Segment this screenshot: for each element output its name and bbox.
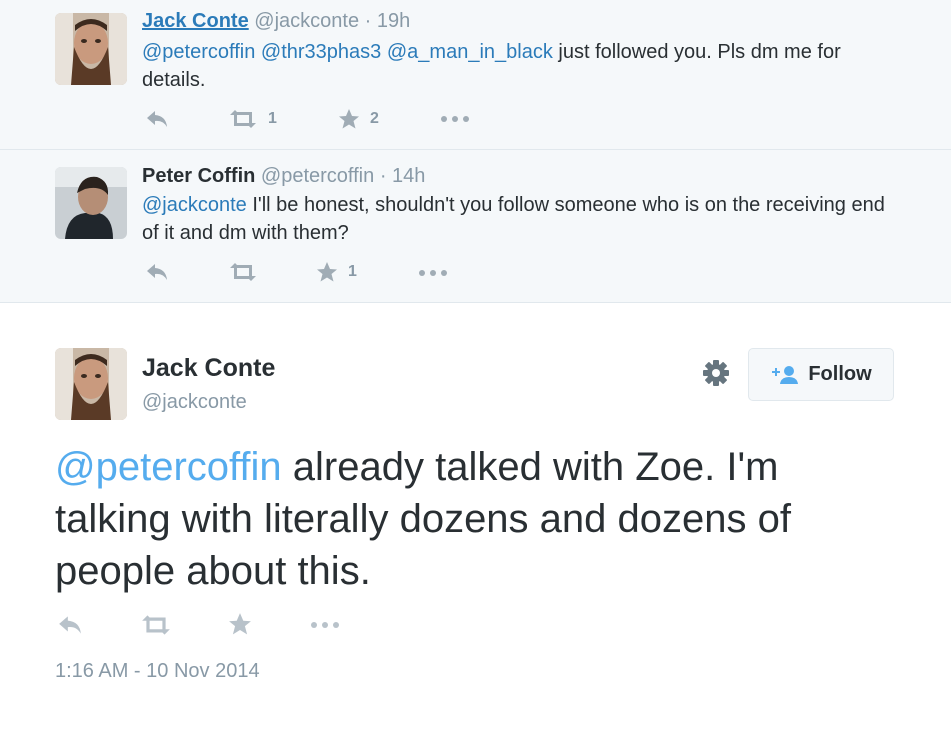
settings-button[interactable] [702,359,730,392]
author-name[interactable]: Jack Conte [142,10,249,32]
more-button[interactable] [440,115,470,123]
retweet-button[interactable] [140,614,172,636]
author-handle[interactable]: @petercoffin [261,165,374,187]
main-tweet-text: @petercoffin already talked with Zoe. I'… [55,441,905,597]
retweet-icon [142,615,170,635]
mention-link[interactable]: @a_man_in_black [387,41,553,63]
author-handle[interactable]: @jackconte [254,10,359,32]
reply-tweet-2: Peter Coffin @petercoffin · 14h @jackcon… [0,150,951,303]
retweet-icon [230,110,256,128]
avatar[interactable] [55,167,127,239]
retweet-button[interactable]: 1 [228,109,277,129]
retweet-button[interactable] [228,262,258,282]
favorite-button[interactable]: 1 [316,261,357,283]
tweet-text: @petercoffin @thr33phas3 @a_man_in_black… [142,38,902,94]
more-button[interactable] [418,269,448,277]
favorite-button[interactable]: 2 [338,108,379,130]
retweet-count: 1 [268,110,277,127]
favorite-count: 1 [348,263,357,280]
gear-icon [703,360,729,386]
reply-button[interactable] [145,262,169,282]
author-handle[interactable]: @jackconte [142,391,247,414]
favorite-count: 2 [370,110,379,127]
tweet-header: Peter Coffin @petercoffin · 14h [142,165,425,188]
retweet-icon [230,263,256,281]
reply-icon [147,264,167,280]
avatar[interactable] [55,13,127,85]
author-name[interactable]: Jack Conte [142,354,275,383]
reply-icon [147,111,167,127]
more-dots-icon [311,622,339,628]
tweet-header: Jack Conte @jackconte · 19h [142,10,410,33]
avatar[interactable] [55,348,127,420]
follow-label: Follow [808,363,872,385]
more-dots-icon [441,116,469,122]
more-dots-icon [419,270,447,276]
mention-link[interactable]: @petercoffin [142,41,255,63]
tweet-time[interactable]: 19h [377,10,410,32]
reply-button[interactable] [57,614,83,636]
star-icon [339,109,359,129]
add-user-icon [772,365,799,384]
star-icon [229,613,251,635]
tweet-body: I'll be honest, shouldn't you follow som… [142,194,885,244]
reply-tweet-1: Jack Conte @jackconte · 19h @petercoffin… [0,0,951,150]
favorite-button[interactable] [228,612,252,636]
tweet-timestamp[interactable]: 1:16 AM - 10 Nov 2014 [55,660,260,683]
reply-button[interactable] [145,109,169,129]
reply-icon [59,616,81,634]
separator-dot: · [364,10,372,32]
tweet-text: @jackconte I'll be honest, shouldn't you… [142,191,902,247]
mention-link[interactable]: @petercoffin [55,445,282,489]
mention-link[interactable]: @thr33phas3 [261,41,381,63]
more-button[interactable] [310,621,340,629]
follow-button[interactable]: Follow [748,348,894,401]
mention-link[interactable]: @jackconte [142,194,247,216]
author-name[interactable]: Peter Coffin [142,165,255,187]
star-icon [317,262,337,282]
separator-dot: · [379,165,387,187]
tweet-time[interactable]: 14h [392,165,425,187]
